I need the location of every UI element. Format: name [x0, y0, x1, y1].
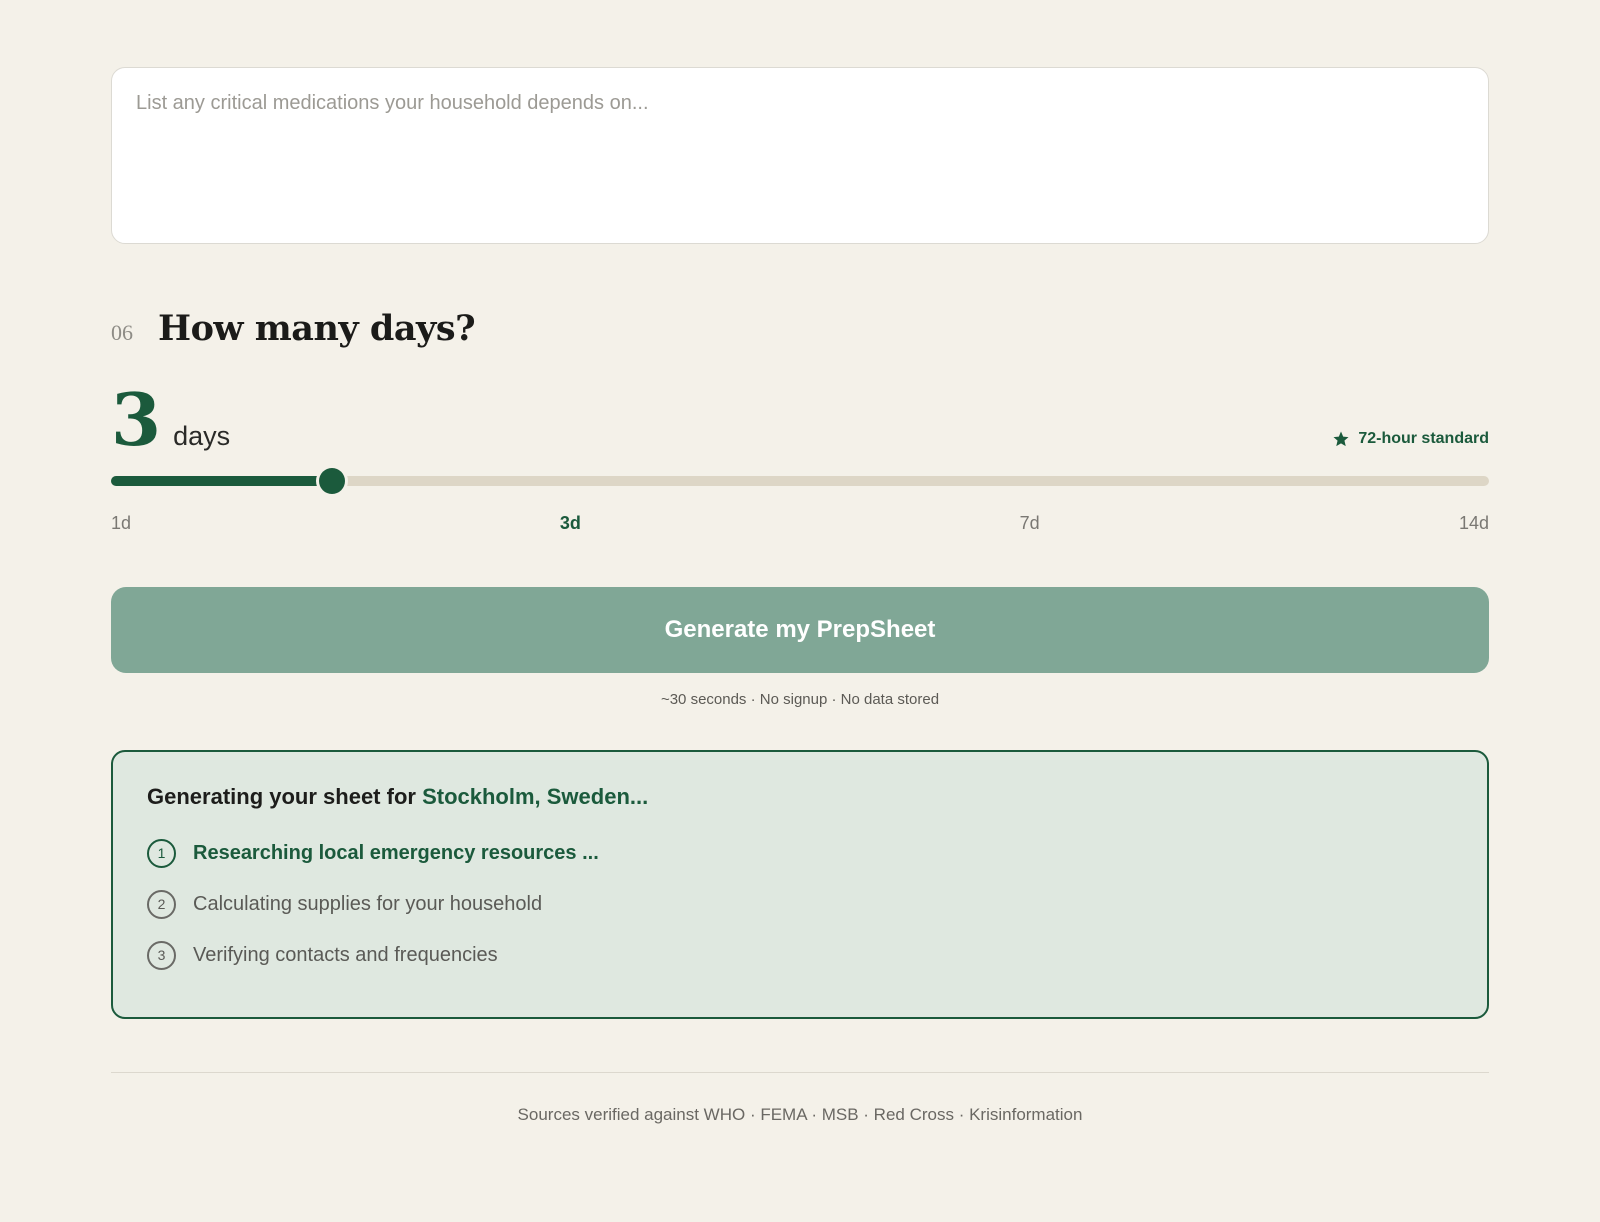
- progress-step: 2 Calculating supplies for your househol…: [147, 887, 1453, 921]
- days-slider[interactable]: [111, 468, 1489, 494]
- standard-badge: 72-hour standard: [1332, 430, 1489, 448]
- days-readout: 3 days: [111, 384, 230, 456]
- progress-step: 1 Researching local emergency resources …: [147, 836, 1453, 870]
- tick-3d[interactable]: 3d: [560, 513, 581, 534]
- tick-14d[interactable]: 14d: [1459, 513, 1489, 534]
- step-number-badge: 2: [147, 889, 176, 919]
- location-name: Stockholm, Sweden: [422, 784, 630, 809]
- days-section-header: 06 How many days?: [111, 308, 476, 349]
- generate-subnote: ~30 seconds · No signup · No data stored: [660, 691, 940, 708]
- tick-1d[interactable]: 1d: [111, 513, 131, 534]
- medications-input[interactable]: [111, 67, 1489, 244]
- step-label: Researching local emergency resources ..…: [193, 841, 599, 864]
- slider-ticks: 1d 3d 7d 14d: [111, 513, 1489, 535]
- star-icon: [1333, 431, 1349, 447]
- step-label: Calculating supplies for your household: [193, 892, 543, 915]
- step-number: 06: [111, 320, 133, 345]
- progress-step: 3 Verifying contacts and frequencies: [147, 938, 1453, 972]
- generate-button[interactable]: Generate my PrepSheet: [111, 587, 1489, 673]
- progress-title-prefix: Generating your sheet for: [147, 784, 423, 809]
- days-unit-label: days: [173, 421, 231, 451]
- slider-fill: [111, 476, 332, 486]
- progress-location: Stockholm, Sweden...: [422, 784, 648, 809]
- section-title: How many days?: [158, 308, 476, 349]
- step-number-badge: 3: [147, 940, 176, 970]
- tick-7d[interactable]: 7d: [1020, 513, 1040, 534]
- selected-days-value: 3: [111, 377, 162, 462]
- step-number-badge: 1: [147, 838, 176, 868]
- sources-footer: Sources verified against WHO · FEMA · MS…: [517, 1105, 1083, 1124]
- slider-handle[interactable]: [319, 468, 345, 494]
- generation-progress-panel: Generating your sheet for Stockholm, Swe…: [111, 750, 1489, 1019]
- step-label: Verifying contacts and frequencies: [193, 943, 498, 966]
- progress-title: Generating your sheet for Stockholm, Swe…: [147, 784, 1453, 810]
- progress-ellipsis: ...: [629, 784, 649, 809]
- standard-label: 72-hour standard: [1358, 430, 1489, 447]
- footer-divider: [111, 1072, 1489, 1073]
